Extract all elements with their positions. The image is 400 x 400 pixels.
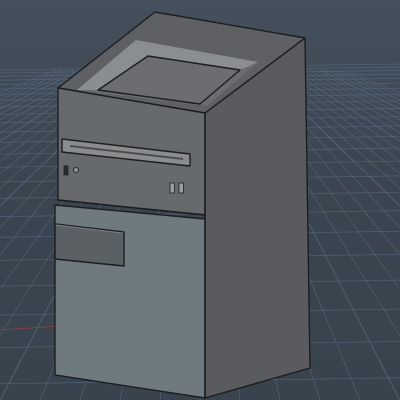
grid-line	[343, 69, 400, 94]
usb-port-icon[interactable]	[178, 182, 184, 194]
grid-line	[337, 69, 400, 97]
grid-line	[313, 69, 400, 115]
3d-viewport[interactable]	[0, 0, 400, 400]
viewport-scene[interactable]	[0, 0, 400, 400]
power-led	[63, 165, 69, 176]
usb-port-icon[interactable]	[169, 182, 175, 194]
grid-line	[0, 69, 63, 97]
computer-tower-model[interactable]	[54, 11, 311, 399]
power-button-icon[interactable]	[73, 166, 80, 173]
front-panel-badge[interactable]	[54, 223, 125, 267]
grid-line	[0, 69, 57, 94]
grid-line	[301, 69, 400, 127]
grid-axis-line	[0, 325, 61, 331]
